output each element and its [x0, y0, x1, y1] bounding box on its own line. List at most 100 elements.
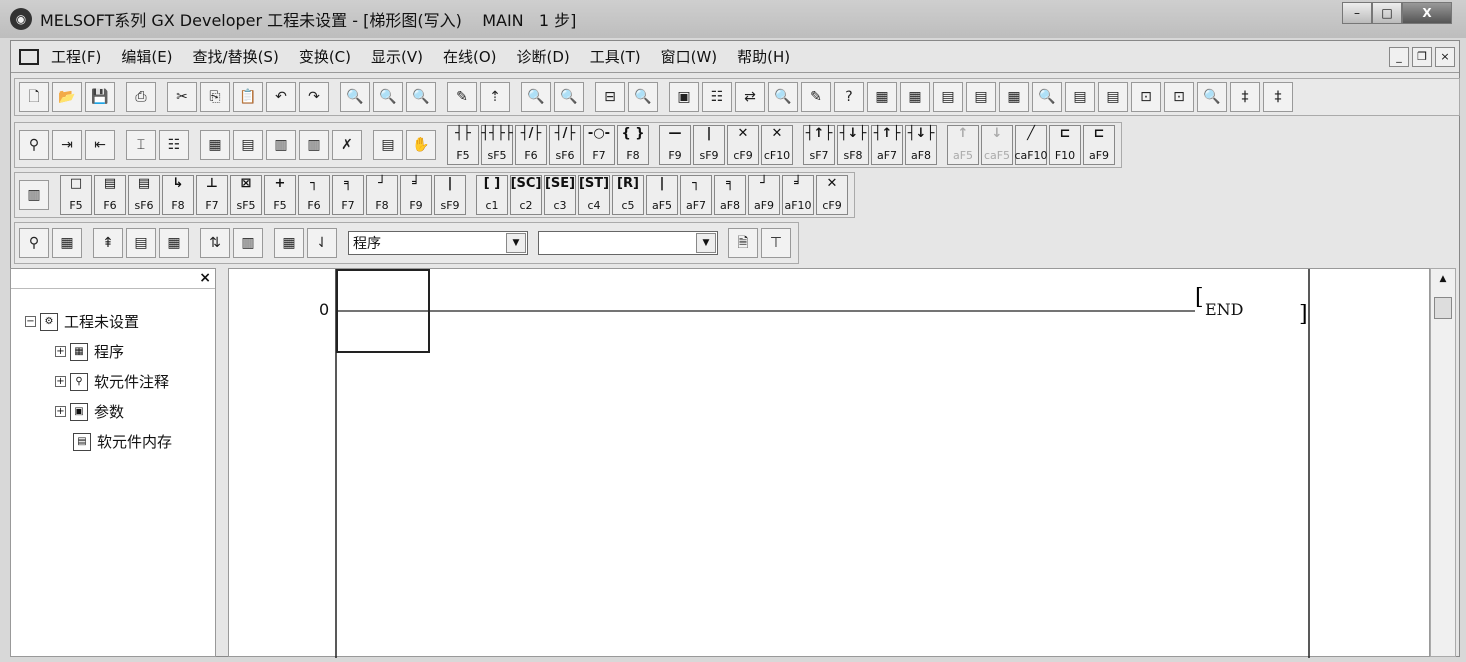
toolbar-button-icon[interactable]: 🔍: [1197, 82, 1227, 112]
mdi-minimize-button[interactable]: _: [1389, 47, 1409, 67]
scroll-thumb[interactable]: [1434, 297, 1452, 319]
menu-item[interactable]: 窗口(W): [661, 46, 718, 67]
toolbar-button-icon[interactable]: ⊟: [595, 82, 625, 112]
ladder-symbol-button[interactable]: + F5: [264, 175, 296, 215]
close-button[interactable]: X: [1402, 2, 1452, 24]
toolbar-button-icon[interactable]: ⌶: [126, 130, 156, 160]
ladder-symbol-button[interactable]: ╕ aF8: [714, 175, 746, 215]
toolbar-button-icon[interactable]: ✋: [406, 130, 436, 160]
ladder-symbol-button[interactable]: ⊏ F10: [1049, 125, 1081, 165]
toolbar-button-icon[interactable]: ?: [834, 82, 864, 112]
toolbar-button-icon[interactable]: ⊡: [1131, 82, 1161, 112]
ladder-symbol-button[interactable]: [SC] c2: [510, 175, 542, 215]
toolbar-button-icon[interactable]: 💾: [85, 82, 115, 112]
ladder-symbol-button[interactable]: ┘ aF9: [748, 175, 780, 215]
toolbar-button-icon[interactable]: ▤: [933, 82, 963, 112]
toolbar-button-icon[interactable]: ☷: [702, 82, 732, 112]
ladder-symbol-button[interactable]: [R] c5: [612, 175, 644, 215]
ladder-symbol-button[interactable]: ┤/├ F6: [515, 125, 547, 165]
scroll-up-button[interactable]: ▲: [1431, 269, 1455, 289]
ladder-symbol-button[interactable]: ╛ aF10: [782, 175, 814, 215]
menu-item[interactable]: 查找/替换(S): [193, 46, 279, 67]
toolbar-button-icon[interactable]: ⚲: [19, 228, 49, 258]
menu-item[interactable]: 工具(T): [590, 46, 641, 67]
toolbar-button-icon[interactable]: ⇥: [52, 130, 82, 160]
toolbar-button-icon[interactable]: ▤: [126, 228, 156, 258]
ladder-symbol-button[interactable]: | sF9: [434, 175, 466, 215]
toolbar-button-icon[interactable]: 🗎: [728, 228, 758, 258]
ladder-editor[interactable]: [ ] 0 END: [228, 268, 1430, 658]
ladder-symbol-button[interactable]: ⊠ sF5: [230, 175, 262, 215]
ladder-symbol-button[interactable]: ┤↓├ sF8: [837, 125, 869, 165]
tree-item[interactable]: ▤ 软元件内存: [73, 431, 172, 452]
toolbar-button-icon[interactable]: ‡: [1263, 82, 1293, 112]
toolbar-button-icon[interactable]: 🔍: [373, 82, 403, 112]
toolbar-button-icon[interactable]: ▤: [1098, 82, 1128, 112]
ladder-symbol-button[interactable]: ┐ aF7: [680, 175, 712, 215]
menu-item[interactable]: 帮助(H): [737, 46, 790, 67]
block-select[interactable]: ▼: [538, 231, 718, 255]
menu-item[interactable]: 变换(C): [299, 46, 351, 67]
toolbar-button-icon[interactable]: 🔍: [554, 82, 584, 112]
toolbar-button-icon[interactable]: ↷: [299, 82, 329, 112]
ladder-symbol-button[interactable]: — F9: [659, 125, 691, 165]
tree-item[interactable]: + ▣ 参数: [55, 401, 124, 422]
ladder-symbol-button[interactable]: [SE] c3: [544, 175, 576, 215]
expand-icon[interactable]: +: [55, 346, 66, 357]
toolbar-button-icon[interactable]: 🔍: [521, 82, 551, 112]
ladder-symbol-button[interactable]: □ F5: [60, 175, 92, 215]
ladder-symbol-button[interactable]: ┤┤├├ sF5: [481, 125, 513, 165]
program-select[interactable]: 程序 ▼: [348, 231, 528, 255]
toolbar-button-icon[interactable]: 📋: [233, 82, 263, 112]
toolbar-button-icon[interactable]: ‡: [1230, 82, 1260, 112]
toolbar-button-icon[interactable]: ⇃: [307, 228, 337, 258]
ladder-symbol-button[interactable]: [ ] c1: [476, 175, 508, 215]
tree-root[interactable]: − ⚙ 工程未设置: [25, 311, 139, 332]
toolbar-button-icon[interactable]: ▤: [1065, 82, 1095, 112]
collapse-icon[interactable]: −: [25, 316, 36, 327]
expand-icon[interactable]: +: [55, 376, 66, 387]
toolbar-button-icon[interactable]: ▣: [669, 82, 699, 112]
toolbar-button-icon[interactable]: ▦: [999, 82, 1029, 112]
ladder-symbol-button[interactable]: ✕ cF10: [761, 125, 793, 165]
toolbar-button-icon[interactable]: ✗: [332, 130, 362, 160]
toolbar-button-icon[interactable]: ✂: [167, 82, 197, 112]
toolbar-button-icon[interactable]: 📂: [52, 82, 82, 112]
toolbar-button-icon[interactable]: ⇄: [735, 82, 765, 112]
menu-item[interactable]: 显示(V): [371, 46, 423, 67]
document-icon[interactable]: [19, 48, 39, 65]
ladder-symbol-button[interactable]: ▤ F6: [94, 175, 126, 215]
toolbar-button-icon[interactable]: 🔍: [1032, 82, 1062, 112]
ladder-symbol-button[interactable]: ┤↑├ sF7: [803, 125, 835, 165]
toolbar-button-icon[interactable]: ⇅: [200, 228, 230, 258]
toolbar-button-icon[interactable]: ⚲: [19, 130, 49, 160]
toolbar-button-icon[interactable]: ⊡: [1164, 82, 1194, 112]
toolbar-button-icon[interactable]: ▤: [233, 130, 263, 160]
toolbar-button-icon[interactable]: ✎: [801, 82, 831, 112]
toolbar-button-icon[interactable]: ⇞: [93, 228, 123, 258]
toolbar-button-icon[interactable]: ✎: [447, 82, 477, 112]
ladder-symbol-button[interactable]: ⊏ aF9: [1083, 125, 1115, 165]
end-instruction[interactable]: END: [1205, 300, 1244, 319]
mdi-close-button[interactable]: ×: [1435, 47, 1455, 67]
toolbar-button-icon[interactable]: 🔍: [768, 82, 798, 112]
ladder-symbol-button[interactable]: [ST] c4: [578, 175, 610, 215]
ladder-symbol-button[interactable]: ▤ sF6: [128, 175, 160, 215]
toolbar-button-icon[interactable]: ⇤: [85, 130, 115, 160]
tree-item[interactable]: + ▦ 程序: [55, 341, 124, 362]
ladder-symbol-button[interactable]: ┘ F8: [366, 175, 398, 215]
vertical-scrollbar[interactable]: ▲: [1430, 268, 1456, 657]
toolbar-button-icon[interactable]: ▤: [373, 130, 403, 160]
ladder-symbol-button[interactable]: ✕ cF9: [727, 125, 759, 165]
ladder-symbol-button[interactable]: ┤/├ sF6: [549, 125, 581, 165]
ladder-symbol-button[interactable]: ╱ caF10: [1014, 125, 1048, 165]
ladder-symbol-button[interactable]: ┤├ F5: [447, 125, 479, 165]
maximize-button[interactable]: □: [1372, 2, 1402, 24]
toolbar-button-icon[interactable]: ▥: [266, 130, 296, 160]
ladder-symbol-button[interactable]: ↓ caF5: [981, 125, 1013, 165]
toolbar-button-icon[interactable]: ▤: [966, 82, 996, 112]
minimize-button[interactable]: –: [1342, 2, 1372, 24]
toolbar-button-icon[interactable]: 🔍: [406, 82, 436, 112]
tree-close-button[interactable]: ×: [199, 270, 211, 286]
ladder-symbol-button[interactable]: ╛ F9: [400, 175, 432, 215]
